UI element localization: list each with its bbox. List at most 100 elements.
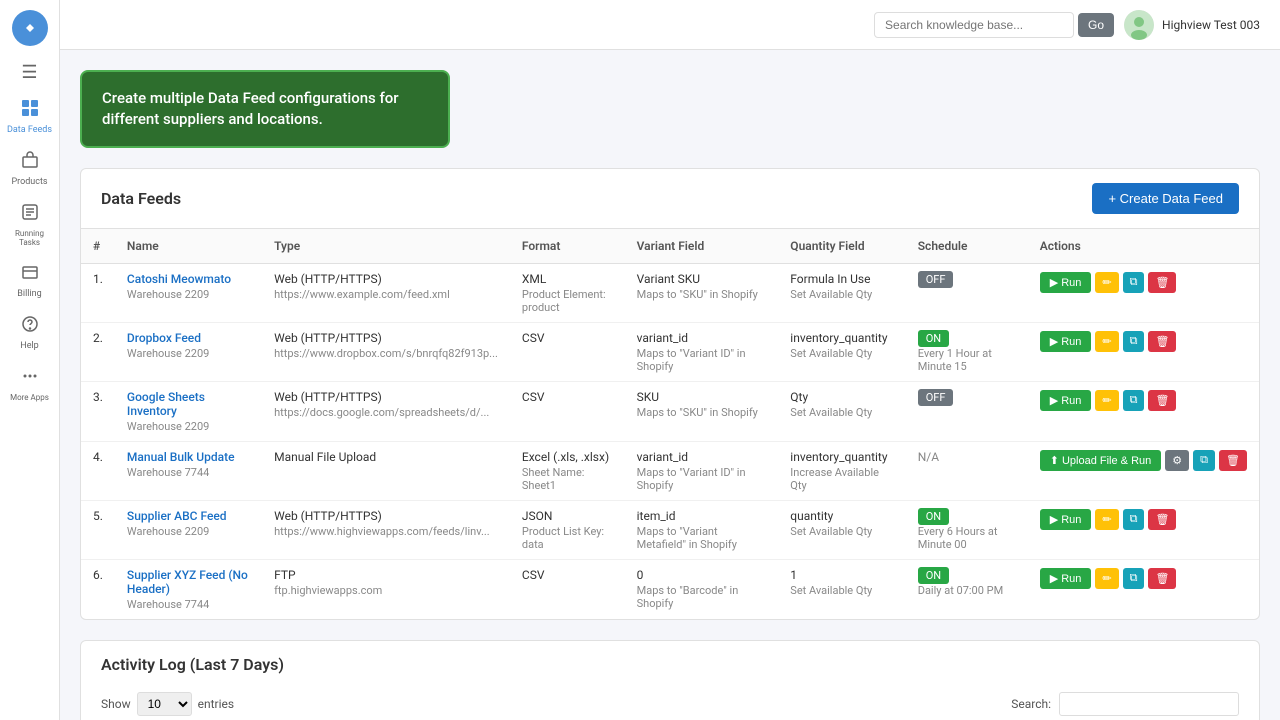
edit-button[interactable]: ✏ <box>1095 390 1118 411</box>
format-sub: Sheet Name: Sheet1 <box>522 466 613 492</box>
feed-name-link[interactable]: Catoshi Meowmato <box>127 272 231 286</box>
hamburger-icon: ☰ <box>21 62 37 83</box>
variant-sub: Maps to "Variant ID" in Shopify <box>637 347 767 373</box>
delete-button[interactable]: 🗑 <box>1148 331 1176 352</box>
sidebar-item-more-apps[interactable]: More Apps <box>0 359 59 410</box>
tooltip-bubble: Create multiple Data Feed configurations… <box>80 70 450 148</box>
page-content: Create multiple Data Feed configurations… <box>60 50 1280 720</box>
url-text: https://www.highviewapps.com/feeds/linv.… <box>274 525 498 538</box>
delete-button[interactable]: 🗑 <box>1148 568 1176 589</box>
variant-field: SKU <box>637 390 767 404</box>
schedule-badge: N/A <box>918 450 939 464</box>
cell-variant: Variant SKU Maps to "SKU" in Shopify <box>625 264 779 323</box>
run-button[interactable]: ▶ Run <box>1040 272 1092 293</box>
sidebar-item-billing[interactable]: Billing <box>0 255 59 307</box>
feeds-table: # Name Type Format Variant Field Quantit… <box>81 229 1259 619</box>
feed-name-link[interactable]: Google Sheets Inventory <box>127 390 205 418</box>
cell-actions: ▶ Run✏⧉🗑 <box>1028 382 1259 442</box>
variant-field: Variant SKU <box>637 272 767 286</box>
sidebar-item-running-tasks[interactable]: Running Tasks <box>0 195 59 255</box>
upload-button[interactable]: ⬆ Upload File & Run <box>1040 450 1162 471</box>
edit-button[interactable]: ✏ <box>1095 331 1118 352</box>
qty-field: inventory_quantity <box>790 331 893 345</box>
copy-button[interactable]: ⧉ <box>1193 450 1215 471</box>
edit-button[interactable]: ✏ <box>1095 509 1118 530</box>
table-row: 1. Catoshi Meowmato Warehouse 2209 Web (… <box>81 264 1259 323</box>
sidebar-item-data-feeds[interactable]: Data Feeds <box>0 91 59 143</box>
user-area[interactable]: Highview Test 003 <box>1124 10 1260 40</box>
cell-variant: variant_id Maps to "Variant ID" in Shopi… <box>625 442 779 501</box>
cell-num: 1. <box>81 264 115 323</box>
feed-name-link[interactable]: Dropbox Feed <box>127 331 201 345</box>
run-button[interactable]: ▶ Run <box>1040 509 1092 530</box>
edit-button[interactable]: ✏ <box>1095 568 1118 589</box>
type-text: Manual File Upload <box>274 450 498 464</box>
avatar <box>1124 10 1154 40</box>
variant-sub: Maps to "SKU" in Shopify <box>637 288 767 301</box>
cell-num: 3. <box>81 382 115 442</box>
cell-type: Web (HTTP/HTTPS) https://docs.google.com… <box>262 382 510 442</box>
variant-sub: Maps to "Variant ID" in Shopify <box>637 466 767 492</box>
sidebar-item-data-feeds-label: Data Feeds <box>7 125 52 135</box>
settings-button[interactable]: ⚙ <box>1165 450 1189 471</box>
show-label: Show <box>101 697 131 711</box>
cell-actions: ▶ Run✏⧉🗑 <box>1028 323 1259 382</box>
cell-schedule: ONDaily at 07:00 PM <box>906 560 1028 620</box>
qty-sub: Set Available Qty <box>790 584 893 597</box>
hamburger-menu[interactable]: ☰ <box>0 54 59 91</box>
sidebar-item-products[interactable]: Products <box>0 143 59 195</box>
create-data-feed-button[interactable]: + Create Data Feed <box>1092 183 1239 214</box>
run-button[interactable]: ▶ Run <box>1040 568 1092 589</box>
run-button[interactable]: ▶ Run <box>1040 331 1092 352</box>
delete-button[interactable]: 🗑 <box>1148 390 1176 411</box>
cell-type: Manual File Upload <box>262 442 510 501</box>
cell-variant: 0 Maps to "Barcode" in Shopify <box>625 560 779 620</box>
feed-name-link[interactable]: Supplier XYZ Feed (No Header) <box>127 568 248 596</box>
format-text: XML <box>522 272 613 286</box>
products-icon <box>21 151 39 174</box>
activity-log-header: Activity Log (Last 7 Days) <box>81 641 1259 684</box>
copy-button[interactable]: ⧉ <box>1123 272 1145 293</box>
sidebar-item-help[interactable]: Help <box>0 307 59 359</box>
delete-button[interactable]: 🗑 <box>1148 272 1176 293</box>
cell-qty: Qty Set Available Qty <box>778 382 905 442</box>
cell-qty: quantity Set Available Qty <box>778 501 905 560</box>
cell-schedule: OFF <box>906 382 1028 442</box>
cell-num: 4. <box>81 442 115 501</box>
cell-name: Supplier XYZ Feed (No Header) Warehouse … <box>115 560 262 620</box>
search-input[interactable] <box>874 12 1074 38</box>
cell-name: Google Sheets Inventory Warehouse 2209 <box>115 382 262 442</box>
feed-name-link[interactable]: Supplier ABC Feed <box>127 509 227 523</box>
edit-button[interactable]: ✏ <box>1095 272 1118 293</box>
copy-button[interactable]: ⧉ <box>1123 568 1145 589</box>
cell-name: Catoshi Meowmato Warehouse 2209 <box>115 264 262 323</box>
variant-sub: Maps to "SKU" in Shopify <box>637 406 767 419</box>
cell-format: CSV <box>510 382 625 442</box>
feed-name-link[interactable]: Manual Bulk Update <box>127 450 235 464</box>
qty-field: Qty <box>790 390 893 404</box>
search-button[interactable]: Go <box>1078 13 1114 37</box>
cell-qty: Formula In Use Set Available Qty <box>778 264 905 323</box>
run-button[interactable]: ▶ Run <box>1040 390 1092 411</box>
format-text: CSV <box>522 390 613 404</box>
billing-icon <box>21 263 39 286</box>
col-name: Name <box>115 229 262 264</box>
cell-type: FTP ftp.highviewapps.com <box>262 560 510 620</box>
delete-button[interactable]: 🗑 <box>1219 450 1247 471</box>
delete-button[interactable]: 🗑 <box>1148 509 1176 530</box>
url-text: https://www.dropbox.com/s/bnrqfq82f913p.… <box>274 347 498 360</box>
copy-button[interactable]: ⧉ <box>1123 390 1145 411</box>
warehouse-text: Warehouse 2209 <box>127 288 250 301</box>
cell-actions: ▶ Run✏⧉🗑 <box>1028 560 1259 620</box>
sidebar-item-billing-label: Billing <box>17 289 41 299</box>
entries-select[interactable]: 102550100 <box>137 692 192 716</box>
sidebar-item-running-tasks-label: Running Tasks <box>4 229 55 247</box>
table-row: 6. Supplier XYZ Feed (No Header) Warehou… <box>81 560 1259 620</box>
format-text: Excel (.xls, .xlsx) <box>522 450 613 464</box>
activity-search-input[interactable] <box>1059 692 1239 716</box>
copy-button[interactable]: ⧉ <box>1123 509 1145 530</box>
activity-log-title: Activity Log (Last 7 Days) <box>101 655 284 674</box>
cell-name: Dropbox Feed Warehouse 2209 <box>115 323 262 382</box>
schedule-badge: OFF <box>918 271 954 288</box>
copy-button[interactable]: ⧉ <box>1123 331 1145 352</box>
